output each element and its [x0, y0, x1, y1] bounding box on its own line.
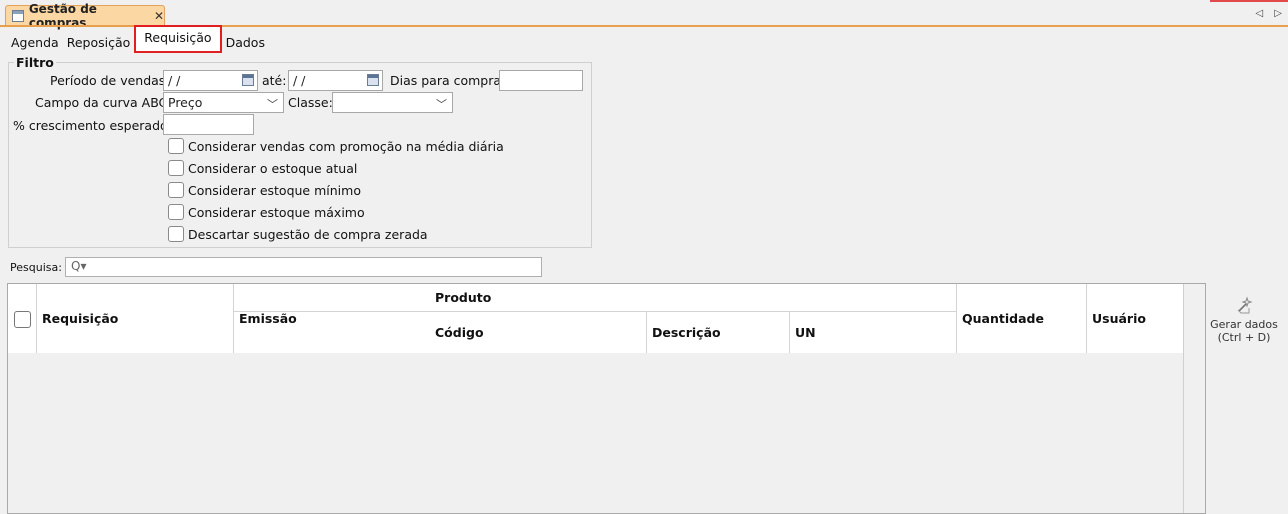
classe-select[interactable]: ﹀: [332, 92, 453, 113]
tab-dados[interactable]: Dados: [222, 31, 269, 53]
col-un[interactable]: UN: [789, 312, 956, 353]
select-all-checkbox[interactable]: [14, 311, 31, 328]
col-usuario[interactable]: Usuário: [1086, 284, 1183, 353]
search-label: Pesquisa:: [10, 261, 62, 274]
checkbox[interactable]: [168, 226, 184, 242]
window-tab-strip: [0, 0, 1288, 26]
col-requisicao[interactable]: Requisição: [36, 284, 233, 353]
top-right-accent: [1210, 0, 1288, 2]
grid-header: Requisição Emissão Produto Código Descri…: [8, 284, 1183, 353]
search-icon[interactable]: Q▾: [71, 259, 86, 273]
calendar-icon[interactable]: [367, 74, 379, 86]
tab-agenda[interactable]: Agenda: [7, 31, 63, 53]
col-codigo[interactable]: Código: [429, 312, 646, 353]
gerar-dados-shortcut: (Ctrl + D): [1217, 331, 1271, 344]
checkbox-label: Considerar o estoque atual: [188, 160, 358, 176]
periodo-label: Período de vendas:: [50, 73, 170, 88]
periodo-inicio-field[interactable]: / /: [163, 70, 258, 91]
chevron-down-icon: ﹀: [436, 98, 447, 111]
checkbox-label: Descartar sugestão de compra zerada: [188, 226, 428, 242]
curva-label: Campo da curva ABC:: [35, 95, 172, 110]
col-quantidade[interactable]: Quantidade: [956, 284, 1086, 353]
checkbox[interactable]: [168, 182, 184, 198]
col-group-produto: Produto: [435, 290, 492, 305]
close-icon[interactable]: ✕: [154, 9, 164, 23]
checkbox-estoque-maximo[interactable]: Considerar estoque máximo: [168, 204, 365, 220]
calendar-icon[interactable]: [242, 74, 254, 86]
dias-compra-field[interactable]: [499, 70, 583, 91]
filter-title: Filtro: [14, 55, 56, 70]
periodo-fim-field[interactable]: / /: [288, 70, 383, 91]
checkbox-estoque-minimo[interactable]: Considerar estoque mínimo: [168, 182, 361, 198]
checkbox-estoque-atual[interactable]: Considerar o estoque atual: [168, 160, 357, 176]
tab-scroll-arrows-icon[interactable]: ◁ ▷: [1255, 8, 1286, 19]
checkbox[interactable]: [168, 160, 184, 176]
checkbox-label: Considerar estoque máximo: [188, 204, 365, 220]
checkbox-descartar-zerada[interactable]: Descartar sugestão de compra zerada: [168, 226, 428, 242]
window-tab-gestao-compras[interactable]: Gestão de compras ✕: [5, 2, 165, 30]
search-input[interactable]: Q▾: [65, 257, 542, 277]
gerar-dados-button[interactable]: Gerar dados (Ctrl + D): [1210, 296, 1278, 344]
wand-icon: [1237, 296, 1253, 314]
section-tabs: Agenda Reposição Requisição Dados: [7, 25, 269, 53]
crescimento-field[interactable]: [163, 114, 254, 135]
requisicao-grid: Requisição Emissão Produto Código Descri…: [7, 283, 1206, 514]
tab-requisicao[interactable]: Requisição: [134, 25, 222, 53]
classe-label: Classe:: [288, 95, 333, 110]
periodo-inicio-value: / /: [168, 73, 181, 88]
grid-scrollbar[interactable]: [1183, 284, 1205, 513]
checkbox-promocao[interactable]: Considerar vendas com promoção na média …: [168, 138, 504, 154]
checkbox[interactable]: [168, 138, 184, 154]
window-icon: [12, 10, 24, 22]
checkbox-label: Considerar estoque mínimo: [188, 182, 361, 198]
tab-reposicao[interactable]: Reposição: [63, 31, 135, 53]
ate-label: até:: [262, 73, 287, 88]
curva-select[interactable]: Preço ﹀: [163, 92, 284, 113]
col-emissao[interactable]: Emissão: [233, 284, 430, 353]
col-descricao[interactable]: Descrição: [646, 312, 789, 353]
dias-label: Dias para compra:: [390, 73, 506, 88]
crescimento-label: % crescimento esperado:: [13, 118, 172, 133]
curva-value: Preço: [168, 95, 203, 110]
gerar-dados-label: Gerar dados: [1210, 318, 1278, 331]
checkbox[interactable]: [168, 204, 184, 220]
periodo-fim-value: / /: [293, 73, 306, 88]
checkbox-label: Considerar vendas com promoção na média …: [188, 138, 504, 154]
chevron-down-icon: ﹀: [267, 98, 278, 111]
